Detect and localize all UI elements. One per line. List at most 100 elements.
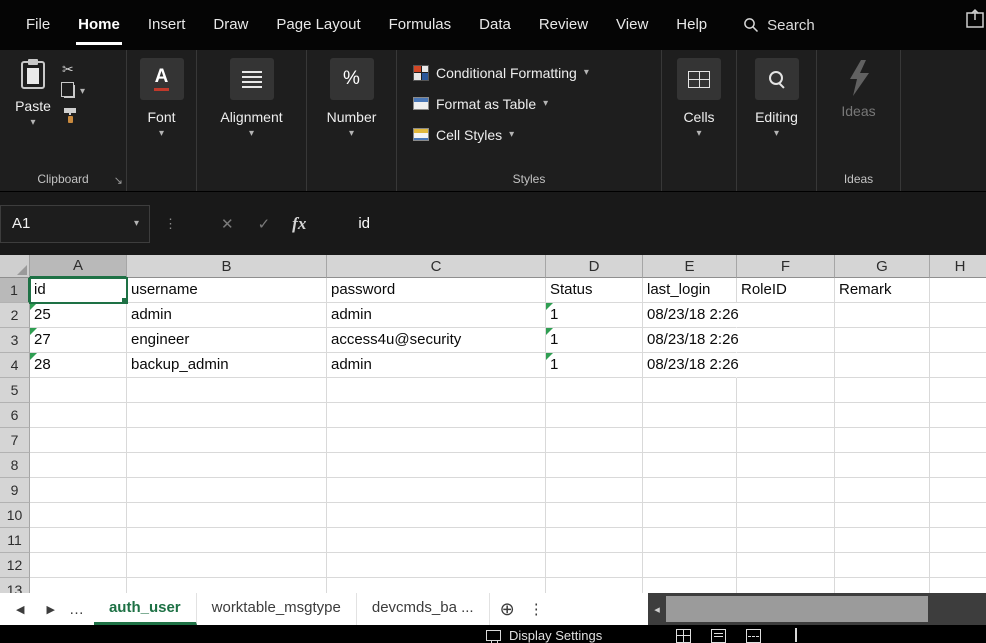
cell-H8[interactable] [930,453,986,478]
cell-E10[interactable] [643,503,737,528]
search-box[interactable]: Search [743,0,815,50]
page-break-view-icon[interactable] [746,629,761,643]
cell-D11[interactable] [546,528,643,553]
sheet-more-button[interactable]: ⋮ [529,600,544,618]
cell-A6[interactable] [30,403,127,428]
sheet-tab-worktable-msgtype[interactable]: worktable_msgtype [197,593,357,625]
cell-B11[interactable] [127,528,327,553]
cell-G9[interactable] [835,478,930,503]
number-button[interactable]: % Number ▾ [307,50,396,139]
cell-F12[interactable] [737,553,835,578]
cell-A8[interactable] [30,453,127,478]
column-header-G[interactable]: G [835,255,930,278]
cell-G8[interactable] [835,453,930,478]
cell-F13[interactable] [737,578,835,593]
cell-E9[interactable] [643,478,737,503]
cell-E3[interactable]: 08/23/18 2:26 [643,328,737,353]
menu-item-formulas[interactable]: Formulas [375,0,466,50]
row-header-7[interactable]: 7 [0,428,30,453]
scrollbar-thumb[interactable] [666,596,928,622]
normal-view-icon[interactable] [676,629,691,643]
cell-G2[interactable] [835,303,930,328]
formula-input[interactable]: id [358,215,370,232]
cell-F4[interactable] [737,353,835,378]
cell-H3[interactable] [930,328,986,353]
cell-G7[interactable] [835,428,930,453]
cell-E11[interactable] [643,528,737,553]
menu-item-help[interactable]: Help [662,0,721,50]
cell-F7[interactable] [737,428,835,453]
row-header-10[interactable]: 10 [0,503,30,528]
cell-A2[interactable]: 25 [30,303,127,328]
cell-B3[interactable]: engineer [127,328,327,353]
cell-D6[interactable] [546,403,643,428]
cell-D5[interactable] [546,378,643,403]
row-header-6[interactable]: 6 [0,403,30,428]
display-settings-button[interactable]: Display Settings [486,628,602,643]
row-header-12[interactable]: 12 [0,553,30,578]
cell-E2[interactable]: 08/23/18 2:26 [643,303,737,328]
enter-button[interactable]: ✓ [258,215,271,233]
cell-D10[interactable] [546,503,643,528]
cell-H12[interactable] [930,553,986,578]
cell-F3[interactable] [737,328,835,353]
cell-H5[interactable] [930,378,986,403]
column-header-F[interactable]: F [737,255,835,278]
cell-D12[interactable] [546,553,643,578]
row-header-8[interactable]: 8 [0,453,30,478]
format-painter-button[interactable] [62,107,85,124]
column-header-B[interactable]: B [127,255,327,278]
cell-E5[interactable] [643,378,737,403]
cell-D2[interactable]: 1 [546,303,643,328]
cell-H2[interactable] [930,303,986,328]
menu-item-insert[interactable]: Insert [134,0,200,50]
cell-E7[interactable] [643,428,737,453]
cell-F5[interactable] [737,378,835,403]
cell-E12[interactable] [643,553,737,578]
menu-item-review[interactable]: Review [525,0,602,50]
menu-item-draw[interactable]: Draw [199,0,262,50]
cell-C6[interactable] [327,403,546,428]
chevron-down-icon[interactable]: ▾ [134,219,139,229]
cell-A7[interactable] [30,428,127,453]
cell-C7[interactable] [327,428,546,453]
cell-A3[interactable]: 27 [30,328,127,353]
cell-C12[interactable] [327,553,546,578]
column-header-A[interactable]: A [30,255,127,278]
cell-C4[interactable]: admin [327,353,546,378]
alignment-button[interactable]: Alignment ▾ [197,50,306,139]
column-header-C[interactable]: C [327,255,546,278]
cell-G13[interactable] [835,578,930,593]
row-header-4[interactable]: 4 [0,353,30,378]
cell-F8[interactable] [737,453,835,478]
cell-F10[interactable] [737,503,835,528]
next-sheet-button[interactable]: ▶ [46,603,54,616]
cell-A9[interactable] [30,478,127,503]
cell-C11[interactable] [327,528,546,553]
copy-button[interactable]: ▾ [62,85,85,98]
cell-B2[interactable]: admin [127,303,327,328]
cell-G1[interactable]: Remark [835,278,930,303]
cell-B9[interactable] [127,478,327,503]
cell-G6[interactable] [835,403,930,428]
cell-A4[interactable]: 28 [30,353,127,378]
cell-D7[interactable] [546,428,643,453]
cell-G4[interactable] [835,353,930,378]
menu-item-view[interactable]: View [602,0,662,50]
formula-bar-splitter[interactable]: ⋮ [164,216,177,232]
cell-C1[interactable]: password [327,278,546,303]
cell-E1[interactable]: last_login [643,278,737,303]
cell-H6[interactable] [930,403,986,428]
ideas-button[interactable]: Ideas [817,50,900,119]
cell-H10[interactable] [930,503,986,528]
cell-H1[interactable] [930,278,986,303]
cell-B7[interactable] [127,428,327,453]
cell-B8[interactable] [127,453,327,478]
cell-A13[interactable] [30,578,127,593]
cell-D3[interactable]: 1 [546,328,643,353]
column-header-D[interactable]: D [546,255,643,278]
cell-C8[interactable] [327,453,546,478]
row-header-9[interactable]: 9 [0,478,30,503]
insert-function-button[interactable]: fx [292,214,306,234]
cell-H9[interactable] [930,478,986,503]
